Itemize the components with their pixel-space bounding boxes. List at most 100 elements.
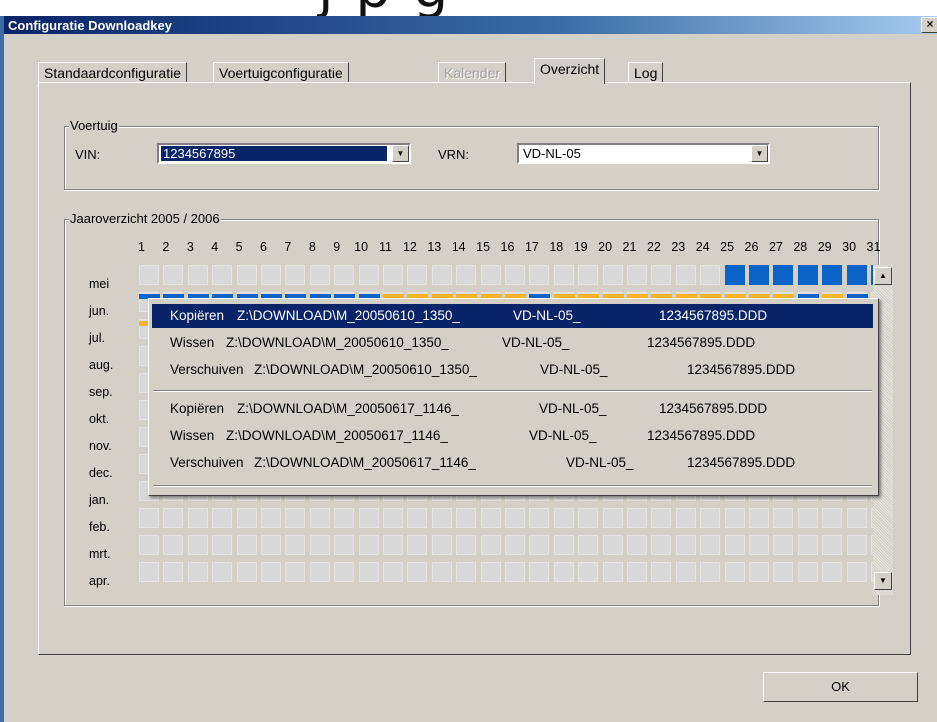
tab-overzicht[interactable]: Overzicht [534, 58, 606, 84]
calendar-day-cell[interactable] [578, 508, 599, 528]
calendar-day-cell[interactable] [358, 508, 379, 528]
calendar-day-cell[interactable] [846, 508, 867, 528]
calendar-day-cell[interactable] [139, 535, 159, 555]
calendar-day-cell[interactable] [651, 508, 672, 528]
calendar-day-cell[interactable] [309, 535, 330, 555]
calendar-day-cell[interactable] [285, 265, 306, 285]
calendar-day-cell[interactable] [822, 535, 843, 555]
calendar-day-cell[interactable] [309, 562, 330, 582]
calendar-day-cell[interactable] [480, 508, 501, 528]
calendar-day-cell[interactable] [651, 535, 672, 555]
calendar-day-cell[interactable] [261, 535, 281, 555]
calendar-day-cell[interactable] [773, 535, 794, 555]
chevron-down-icon[interactable]: ▼ [751, 145, 768, 162]
calendar-day-cell[interactable] [578, 535, 599, 555]
calendar-day-cell[interactable] [602, 508, 623, 528]
calendar-day-cell[interactable] [480, 265, 501, 285]
close-button[interactable]: × [921, 17, 937, 33]
chevron-down-icon[interactable]: ▼ [392, 145, 409, 162]
calendar-day-cell[interactable] [187, 265, 208, 285]
calendar-day-cell[interactable] [602, 265, 623, 285]
calendar-day-cell[interactable] [578, 562, 599, 582]
calendar-day-cell[interactable] [529, 535, 550, 555]
calendar-day-cell[interactable] [456, 562, 477, 582]
calendar-day-cell[interactable] [212, 508, 233, 528]
calendar-day-cell[interactable] [163, 265, 184, 285]
calendar-day-cell[interactable] [139, 508, 159, 528]
menu-item-delete-20050617[interactable]: Wissen Z:\DOWNLOAD\M_20050617_1146_ VD-N… [152, 424, 873, 448]
calendar-day-cell[interactable] [822, 562, 843, 582]
calendar-day-cell[interactable] [797, 508, 818, 528]
calendar-day-cell[interactable] [187, 535, 208, 555]
vrn-select[interactable]: VD-NL-05 ▼ [517, 143, 770, 164]
calendar-day-cell[interactable] [383, 265, 403, 285]
calendar-day-cell[interactable] [627, 535, 647, 555]
calendar-day-cell[interactable] [675, 508, 696, 528]
calendar-day-cell[interactable] [309, 508, 330, 528]
calendar-day-cell[interactable] [139, 562, 159, 582]
calendar-day-cell[interactable] [358, 265, 379, 285]
menu-item-move-20050617[interactable]: Verschuiven Z:\DOWNLOAD\M_20050617_1146_… [152, 451, 873, 475]
calendar-day-cell[interactable] [236, 508, 257, 528]
calendar-day-cell[interactable] [773, 508, 794, 528]
calendar-day-cell[interactable] [700, 265, 721, 285]
menu-item-delete-20050610[interactable]: Wissen Z:\DOWNLOAD\M_20050610_1350_ VD-N… [152, 331, 873, 355]
calendar-day-cell[interactable] [724, 508, 745, 528]
calendar-day-cell[interactable] [749, 535, 769, 555]
calendar-day-cell[interactable] [236, 535, 257, 555]
calendar-day-cell[interactable] [261, 508, 281, 528]
calendar-day-cell[interactable] [822, 508, 843, 528]
title-bar[interactable]: Configuratie Downloadkey × [4, 16, 937, 34]
calendar-day-cell[interactable] [578, 265, 599, 285]
calendar-day-cell[interactable] [285, 562, 306, 582]
calendar-day-cell[interactable] [407, 535, 428, 555]
calendar-day-cell[interactable] [529, 265, 550, 285]
calendar-day-cell[interactable] [236, 562, 257, 582]
calendar-day-cell[interactable] [553, 508, 574, 528]
calendar-day-cell[interactable] [456, 508, 477, 528]
calendar-day-cell[interactable] [163, 562, 184, 582]
calendar-day-cell[interactable] [724, 535, 745, 555]
calendar-day-cell[interactable] [431, 265, 452, 285]
calendar-day-cell[interactable] [383, 535, 403, 555]
calendar-day-cell[interactable] [627, 508, 647, 528]
calendar-day-cell[interactable] [797, 535, 818, 555]
calendar-day-cell[interactable] [846, 562, 867, 582]
calendar-day-cell[interactable] [383, 508, 403, 528]
calendar-day-cell[interactable] [456, 535, 477, 555]
calendar-day-cell[interactable] [407, 562, 428, 582]
calendar-day-cell[interactable] [553, 535, 574, 555]
calendar-day-cell[interactable] [797, 562, 818, 582]
tab-voertuigconfiguratie[interactable]: Voertuigconfiguratie [213, 62, 349, 83]
calendar-day-cell[interactable] [163, 508, 184, 528]
calendar-day-cell[interactable] [749, 562, 769, 582]
calendar-day-cell[interactable] [334, 535, 355, 555]
tab-standaardconfiguratie[interactable]: Standaardconfiguratie [38, 62, 187, 83]
vin-select[interactable]: 1234567895 ▼ [157, 143, 411, 164]
calendar-day-cell[interactable] [846, 265, 867, 285]
calendar-day-cell[interactable] [383, 562, 403, 582]
scroll-down-button[interactable]: ▼ [874, 572, 892, 590]
tab-log[interactable]: Log [628, 62, 664, 83]
calendar-day-cell[interactable] [334, 562, 355, 582]
calendar-day-cell[interactable] [480, 535, 501, 555]
calendar-day-cell[interactable] [212, 535, 233, 555]
calendar-day-cell[interactable] [529, 508, 550, 528]
calendar-day-cell[interactable] [529, 562, 550, 582]
calendar-day-cell[interactable] [724, 265, 745, 285]
menu-item-copy-20050617[interactable]: Kopiëren Z:\DOWNLOAD\M_20050617_1146_ VD… [152, 397, 873, 421]
calendar-day-cell[interactable] [675, 562, 696, 582]
calendar-day-cell[interactable] [285, 508, 306, 528]
calendar-day-cell[interactable] [675, 535, 696, 555]
calendar-day-cell[interactable] [651, 562, 672, 582]
calendar-day-cell[interactable] [261, 265, 281, 285]
calendar-day-cell[interactable] [724, 562, 745, 582]
calendar-day-cell[interactable] [675, 265, 696, 285]
calendar-day-cell[interactable] [407, 508, 428, 528]
scroll-up-button[interactable]: ▲ [874, 267, 892, 285]
calendar-day-cell[interactable] [163, 535, 184, 555]
calendar-day-cell[interactable] [187, 508, 208, 528]
calendar-day-cell[interactable] [358, 562, 379, 582]
calendar-day-cell[interactable] [553, 562, 574, 582]
calendar-day-cell[interactable] [480, 562, 501, 582]
